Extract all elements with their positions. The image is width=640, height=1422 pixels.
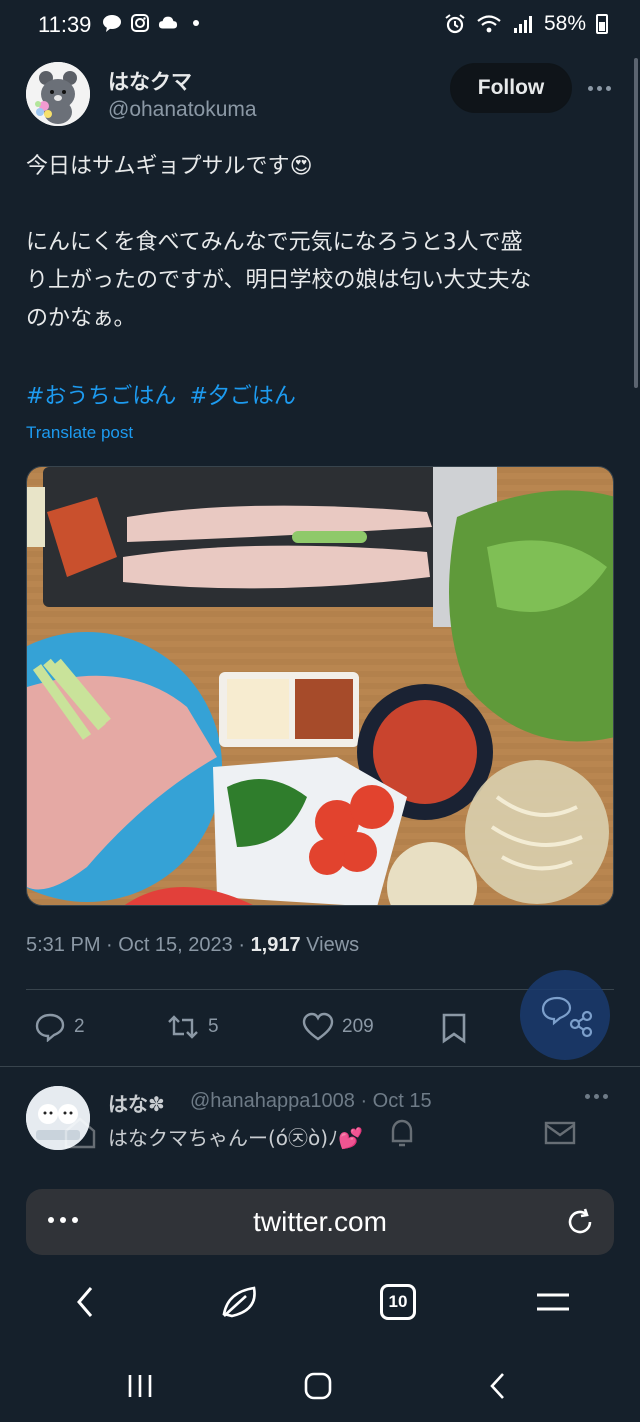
recent-apps-icon <box>128 1375 152 1397</box>
url-text[interactable]: twitter.com <box>26 1206 614 1238</box>
scroll-indicator[interactable] <box>634 58 638 388</box>
author-avatar[interactable] <box>26 62 90 126</box>
hashtag-link[interactable]: #夕ごはん <box>189 384 295 409</box>
wifi-icon <box>477 15 501 33</box>
timestamp-text[interactable]: 5:31 PM · Oct 15, 2023 · <box>26 934 251 956</box>
retweet-count: 5 <box>208 1016 219 1037</box>
reply-share-icon <box>541 996 593 1038</box>
samgyeopsal-food-photo <box>27 467 613 905</box>
system-home-icon <box>304 1372 332 1400</box>
divider <box>26 989 614 990</box>
tweet-timestamp: 5:31 PM · Oct 15, 2023 · 1,917 Views <box>26 934 359 957</box>
bookmark-button[interactable] <box>440 1012 468 1044</box>
notification-icons <box>102 13 206 33</box>
cloud-icon <box>158 16 178 29</box>
signal-icon <box>513 16 532 33</box>
system-status: 58% <box>444 12 608 36</box>
system-home-button[interactable] <box>298 1368 338 1404</box>
reply-button[interactable]: 2 <box>34 1012 85 1042</box>
battery-icon <box>596 14 608 34</box>
home-button[interactable] <box>216 1280 266 1324</box>
like-count: 209 <box>342 1016 374 1037</box>
messages-icon[interactable] <box>542 1115 578 1151</box>
status-time: 11:39 <box>38 12 92 37</box>
recent-apps-button[interactable] <box>120 1368 160 1404</box>
back-arrow-icon <box>77 1287 93 1317</box>
more-options-icon[interactable] <box>585 76 613 100</box>
bear-avatar-image <box>26 62 90 126</box>
retweet-button[interactable]: 5 <box>166 1012 219 1042</box>
tweet-text-blank <box>26 186 616 224</box>
divider <box>0 1066 640 1067</box>
address-bar[interactable]: twitter.com <box>26 1189 614 1255</box>
status-bar: 11:39 58% <box>0 0 640 48</box>
instagram-icon <box>131 14 149 32</box>
home-icon[interactable] <box>62 1115 98 1151</box>
alarm-icon <box>445 14 465 34</box>
tweet-text-line1: 今日はサムギョプサルです😍 <box>26 154 313 179</box>
tweet-text-line4: のかなぁ。 <box>26 306 136 331</box>
views-label: Views <box>300 934 360 956</box>
follow-button[interactable]: Follow <box>450 63 572 113</box>
system-nav-bar <box>0 1350 640 1422</box>
hashtag-link[interactable]: #おうちごはん <box>26 384 176 409</box>
author-handle[interactable]: @ohanatokuma <box>108 98 257 122</box>
browser-nav: 10 <box>0 1280 640 1340</box>
like-button[interactable]: 209 <box>302 1012 374 1042</box>
browser-home-leaf-icon <box>222 1286 256 1318</box>
retweet-icon <box>168 1015 198 1039</box>
smiling-face-with-heart-eyes-emoji: 😍 <box>289 154 313 179</box>
reload-icon[interactable] <box>564 1206 596 1238</box>
reply-more-options-icon[interactable] <box>585 1094 608 1099</box>
reply-icon <box>35 1013 65 1042</box>
notifications-icon[interactable] <box>384 1115 420 1151</box>
reply-count: 2 <box>74 1016 85 1037</box>
heart-icon <box>302 1012 334 1041</box>
tweet-photo[interactable] <box>26 466 614 906</box>
bookmark-icon <box>442 1013 466 1044</box>
back-button[interactable] <box>60 1280 110 1324</box>
compose-reply-fab[interactable] <box>520 970 610 1060</box>
tab-count: 10 <box>380 1284 416 1320</box>
tweet-text-line2: にんにくを食べてみんなで元気になろうと3人で盛 <box>26 230 523 255</box>
tweet-text: 今日はサムギョプサルです😍 にんにくを食べてみんなで元気になろうと3人で盛 り上… <box>26 148 616 338</box>
tabs-button[interactable]: 10 <box>373 1280 423 1324</box>
system-back-icon <box>490 1373 504 1399</box>
battery-percent: 58% <box>543 12 586 35</box>
tweet-text-line3: り上がったのですが、明日学校の娘は匂い大丈夫な <box>26 268 532 293</box>
system-back-button[interactable] <box>478 1368 518 1404</box>
author-display-name[interactable]: はなクマ <box>108 66 192 96</box>
views-count: 1,917 <box>250 934 301 956</box>
dot-icon <box>193 20 199 26</box>
hashtags: #おうちごはん #夕ごはん <box>26 378 302 410</box>
hamburger-icon <box>537 1293 569 1311</box>
talk-icon <box>103 15 121 32</box>
browser-menu-button[interactable] <box>528 1280 578 1324</box>
translate-post-link[interactable]: Translate post <box>26 423 133 443</box>
app-bottom-nav-ghost <box>0 1105 640 1165</box>
